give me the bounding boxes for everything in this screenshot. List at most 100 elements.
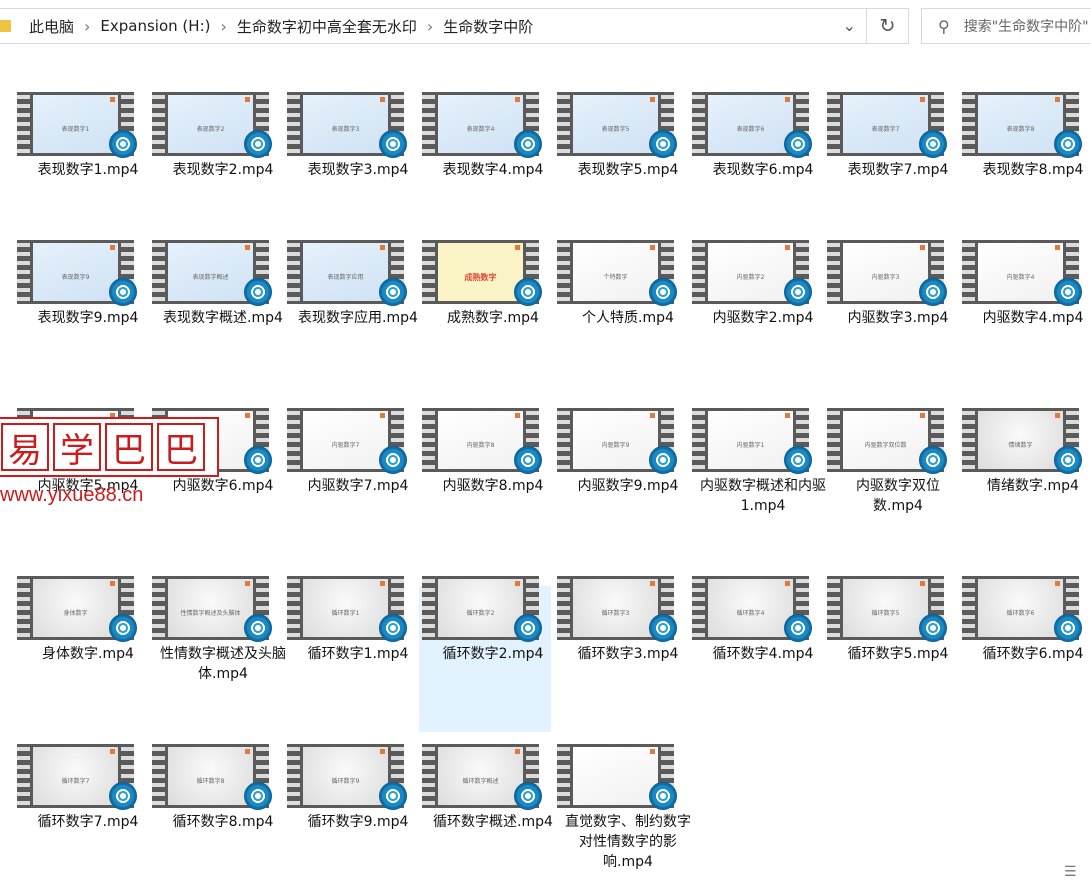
film-perforation: [557, 408, 570, 472]
corner-mark: [515, 413, 520, 418]
thumbnail-text: 内驱数字2: [736, 274, 765, 281]
address-bar[interactable]: 此电脑 › Expansion (H:) › 生命数字初中高全套无水印 › 生命…: [0, 8, 867, 44]
file-name: 内驱数字6.mp4: [172, 478, 274, 494]
watermark-char: 学: [53, 423, 101, 471]
corner-mark: [650, 97, 655, 102]
thumbnail-text: 表现数字6: [736, 126, 765, 133]
video-thumbnail: 内驱数字4: [962, 240, 1082, 306]
media-player-icon: [514, 446, 542, 474]
media-player-icon: [244, 130, 272, 158]
chevron-right-icon[interactable]: ›: [214, 17, 232, 36]
breadcrumb-this-pc[interactable]: 此电脑: [25, 16, 78, 37]
breadcrumb-parent-folder[interactable]: 生命数字初中高全套无水印: [233, 16, 421, 37]
video-frame: [573, 747, 658, 805]
film-perforation: [557, 240, 570, 304]
film-perforation: [692, 576, 705, 640]
video-frame: 内驱数字3: [843, 243, 928, 301]
media-player-icon: [1054, 614, 1082, 642]
media-player-icon: [514, 614, 542, 642]
video-frame: 个特数字: [573, 243, 658, 301]
watermark-char: 易: [1, 423, 49, 471]
corner-mark: [920, 245, 925, 250]
media-player-icon: [244, 446, 272, 474]
film-perforation: [962, 92, 975, 156]
media-player-icon: [109, 130, 137, 158]
media-player-icon: [244, 782, 272, 810]
video-thumbnail: 内驱数字3: [827, 240, 947, 306]
thumbnail-text: 表现数字9: [61, 274, 90, 281]
thumbnail-text: 内驱数字3: [871, 274, 900, 281]
video-frame: 表现数字8: [978, 95, 1063, 153]
video-thumbnail: 性情数字概述及头脑体: [152, 576, 272, 642]
media-player-icon: [784, 130, 812, 158]
file-name: 表现数字5.mp4: [577, 162, 679, 178]
file-name: 内驱数字7.mp4: [307, 478, 409, 494]
video-frame: 内驱数字1: [708, 411, 793, 469]
thumbnail-text: 循环数字9: [331, 778, 360, 785]
film-perforation: [152, 576, 165, 640]
details-view-icon[interactable]: ☰: [1064, 864, 1077, 880]
film-perforation: [827, 576, 840, 640]
video-frame: 表现数字应用: [303, 243, 388, 301]
video-frame: 循环数字9: [303, 747, 388, 805]
film-perforation: [152, 744, 165, 808]
video-thumbnail: 循环数字6: [962, 576, 1082, 642]
video-frame: 内驱数字双位数: [843, 411, 928, 469]
film-perforation: [557, 92, 570, 156]
video-frame: 内驱数字7: [303, 411, 388, 469]
file-name: 循环数字1.mp4: [307, 646, 409, 662]
media-player-icon: [1054, 130, 1082, 158]
corner-mark: [1055, 581, 1060, 586]
video-frame: 内驱数字2: [708, 243, 793, 301]
media-player-icon: [379, 782, 407, 810]
chevron-right-icon[interactable]: ›: [78, 17, 96, 36]
corner-mark: [785, 97, 790, 102]
file-name: 表现数字7.mp4: [847, 162, 949, 178]
media-player-icon: [379, 614, 407, 642]
thumbnail-text: 内驱数字4: [1006, 274, 1035, 281]
chevron-right-icon[interactable]: ›: [421, 17, 439, 36]
film-perforation: [17, 240, 30, 304]
video-frame: 表现数字4: [438, 95, 523, 153]
video-thumbnail: 内驱数字9: [557, 408, 677, 474]
file-name: 循环数字2.mp4: [442, 646, 544, 662]
video-thumbnail: 内驱数字双位数: [827, 408, 947, 474]
watermark-char: 巴: [157, 423, 205, 471]
thumbnail-text: 内驱数字8: [466, 442, 495, 449]
video-thumbnail: 表现数字应用: [287, 240, 407, 306]
corner-mark: [650, 413, 655, 418]
film-perforation: [827, 240, 840, 304]
file-name: 成熟数字.mp4: [447, 310, 539, 326]
file-name: 直觉数字、制约数字对性情数字的影响.mp4: [565, 814, 691, 870]
film-perforation: [287, 744, 300, 808]
video-frame: 情绪数字: [978, 411, 1063, 469]
video-thumbnail: 个特数字: [557, 240, 677, 306]
thumbnail-text: 循环数字2: [466, 610, 495, 617]
media-player-icon: [919, 278, 947, 306]
corner-mark: [380, 581, 385, 586]
video-thumbnail: 循环数字概述: [422, 744, 542, 810]
video-frame: 表现数字5: [573, 95, 658, 153]
file-name: 内驱数字2.mp4: [712, 310, 814, 326]
video-frame: 表现数字2: [168, 95, 253, 153]
media-player-icon: [109, 614, 137, 642]
thumbnail-text: 循环数字概述: [462, 778, 499, 785]
file-name: 循环数字4.mp4: [712, 646, 814, 662]
thumbnail-text: 性情数字概述及头脑体: [180, 610, 241, 617]
thumbnail-text: 表现数字概述: [192, 274, 229, 281]
search-input[interactable]: ⚲ 搜索"生命数字中阶": [921, 8, 1091, 44]
media-player-icon: [379, 446, 407, 474]
corner-mark: [515, 97, 520, 102]
file-name: 情绪数字.mp4: [987, 478, 1079, 494]
video-thumbnail: 表现数字5: [557, 92, 677, 158]
chevron-down-icon[interactable]: ⌄: [843, 16, 856, 35]
film-perforation: [287, 92, 300, 156]
refresh-button[interactable]: ↻: [867, 8, 909, 44]
breadcrumb-current-folder[interactable]: 生命数字中阶: [439, 16, 537, 37]
film-perforation: [557, 744, 570, 808]
thumbnail-text: 内驱数字9: [601, 442, 630, 449]
thumbnail-text: 循环数字8: [196, 778, 225, 785]
media-player-icon: [379, 278, 407, 306]
media-player-icon: [514, 782, 542, 810]
breadcrumb-drive[interactable]: Expansion (H:): [96, 17, 214, 35]
